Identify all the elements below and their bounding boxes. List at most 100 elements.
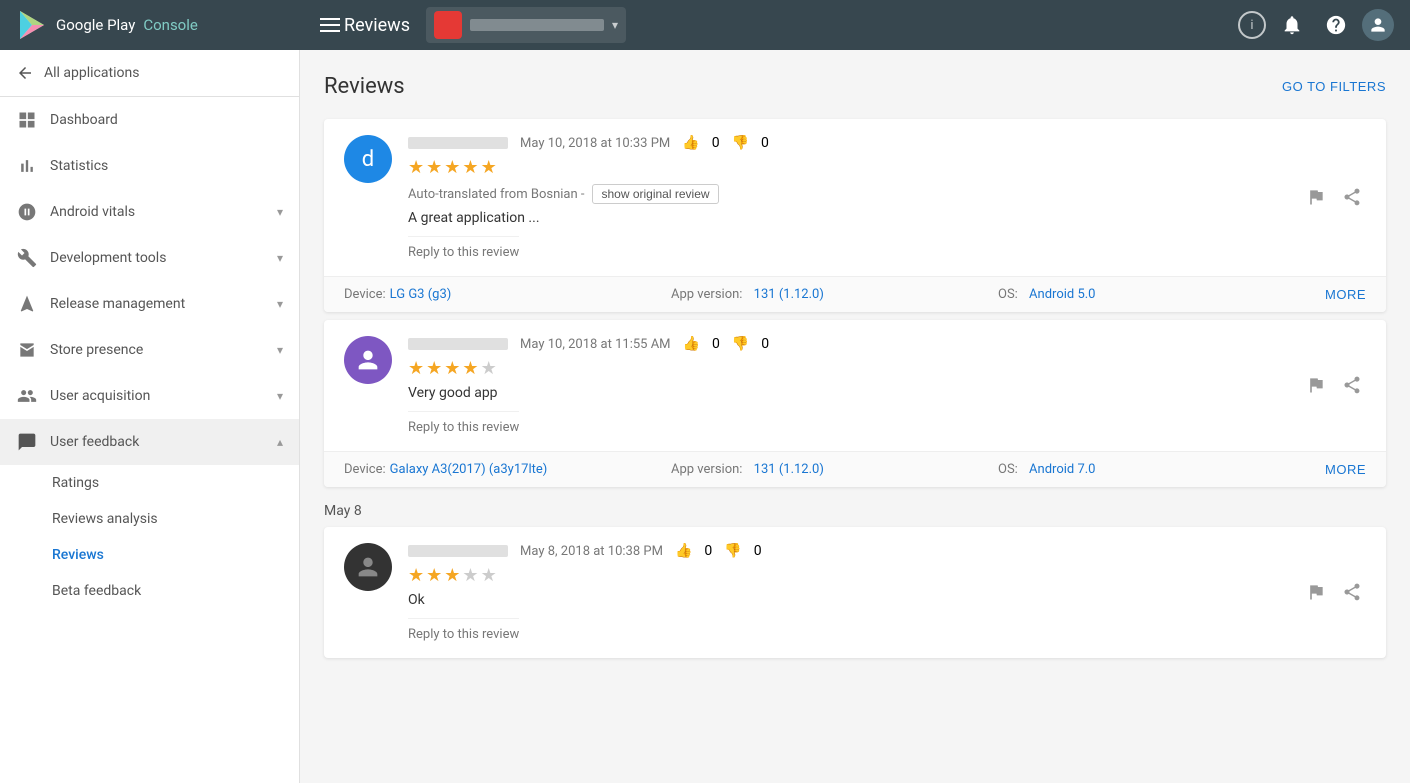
content-area: Reviews GO TO FILTERS d May 10, 2018 at … bbox=[300, 50, 1410, 783]
info-button[interactable]: i bbox=[1238, 11, 1266, 39]
notifications-button[interactable] bbox=[1274, 7, 1310, 43]
reply-link-2[interactable]: Reply to this review bbox=[408, 411, 519, 435]
review-text-2: Very good app bbox=[408, 385, 1286, 401]
chevron-down-icon-5: ▾ bbox=[277, 389, 283, 403]
appversion-label-2: App version: bbox=[671, 462, 742, 477]
review-card-2: May 10, 2018 at 11:55 AM 👍 0 👎 0 ★ ★ ★ ★… bbox=[324, 320, 1386, 487]
star-5: ★ bbox=[481, 157, 497, 178]
thumbs-down-count-1: 0 bbox=[761, 135, 769, 151]
star-2-1: ★ bbox=[408, 358, 424, 379]
review-date-2: May 10, 2018 at 11:55 AM bbox=[520, 337, 671, 352]
star-3-5: ★ bbox=[481, 565, 497, 586]
back-arrow-icon bbox=[16, 64, 34, 82]
thumbs-down-icon-3: 👎 bbox=[724, 543, 741, 559]
reply-link-3[interactable]: Reply to this review bbox=[408, 618, 519, 642]
star-3-3: ★ bbox=[444, 565, 460, 586]
help-button[interactable] bbox=[1318, 7, 1354, 43]
star-2: ★ bbox=[426, 157, 442, 178]
sidebar-sub-beta-feedback[interactable]: Beta feedback bbox=[0, 573, 299, 609]
page-title: Reviews bbox=[324, 74, 405, 99]
share-button-2[interactable] bbox=[1338, 371, 1366, 404]
sidebar-sub-ratings[interactable]: Ratings bbox=[0, 465, 299, 501]
sidebar-release-label: Release management bbox=[50, 296, 265, 312]
share-button-1[interactable] bbox=[1338, 183, 1366, 216]
share-button-3[interactable] bbox=[1338, 578, 1366, 611]
thumbs-down-count-2: 0 bbox=[761, 336, 769, 352]
sidebar-sub-reviews[interactable]: Reviews bbox=[0, 537, 299, 573]
review-date-3: May 8, 2018 at 10:38 PM bbox=[520, 544, 663, 559]
review-actions-2 bbox=[1302, 336, 1366, 435]
reviewer-avatar-3 bbox=[344, 543, 392, 591]
user-avatar-button[interactable] bbox=[1362, 9, 1394, 41]
sidebar-item-android-vitals[interactable]: Android vitals ▾ bbox=[0, 189, 299, 235]
thumbs-up-icon-2: 👍 bbox=[683, 336, 700, 352]
device-label-1: Device: bbox=[344, 287, 386, 302]
chevron-down-icon: ▾ bbox=[277, 205, 283, 219]
back-label: All applications bbox=[44, 65, 139, 81]
star-2-3: ★ bbox=[444, 358, 460, 379]
sidebar-item-user-acquisition[interactable]: User acquisition ▾ bbox=[0, 373, 299, 419]
sidebar-item-user-feedback[interactable]: User feedback ▴ bbox=[0, 419, 299, 465]
sidebar-item-dashboard[interactable]: Dashboard bbox=[0, 97, 299, 143]
app-selector[interactable]: ▾ bbox=[426, 7, 626, 43]
more-button-1[interactable]: MORE bbox=[1325, 287, 1366, 302]
sidebar-user-feedback-label: User feedback bbox=[50, 434, 265, 450]
footer-appversion-2: App version: 131 (1.12.0) bbox=[671, 462, 998, 477]
chat-icon bbox=[16, 431, 38, 453]
reviewer-name-blurred-2 bbox=[408, 338, 508, 350]
flag-button-2[interactable] bbox=[1302, 371, 1330, 404]
review-text-3: Ok bbox=[408, 592, 1286, 608]
star-2-4: ★ bbox=[462, 358, 478, 379]
review-footer-1: Device: LG G3 (g3) App version: 131 (1.1… bbox=[324, 276, 1386, 312]
logo-console-text: Console bbox=[143, 16, 198, 34]
show-original-button-1[interactable]: show original review bbox=[592, 184, 718, 204]
sidebar-item-store-presence[interactable]: Store presence ▾ bbox=[0, 327, 299, 373]
stars-row-3: ★ ★ ★ ★ ★ bbox=[408, 565, 1286, 586]
sidebar-sub-reviews-analysis[interactable]: Reviews analysis bbox=[0, 501, 299, 537]
people-icon bbox=[16, 385, 38, 407]
review-main-3: May 8, 2018 at 10:38 PM 👍 0 👎 0 ★ ★ ★ ★ … bbox=[324, 527, 1386, 658]
main-layout: All applications Dashboard Statistics bbox=[0, 50, 1410, 783]
sidebar-item-release-management[interactable]: Release management ▾ bbox=[0, 281, 299, 327]
back-to-all-apps[interactable]: All applications bbox=[0, 50, 299, 97]
review-footer-2: Device: Galaxy A3(2017) (a3y17lte) App v… bbox=[324, 451, 1386, 487]
chevron-down-icon-3: ▾ bbox=[277, 297, 283, 311]
logo-play-text: Google Play bbox=[56, 16, 135, 34]
device-value-2: Galaxy A3(2017) (a3y17lte) bbox=[390, 462, 548, 477]
appversion-label-1: App version: bbox=[671, 287, 742, 302]
person-icon-2 bbox=[354, 346, 382, 374]
appversion-value-1: 131 (1.12.0) bbox=[754, 287, 824, 302]
store-icon bbox=[16, 339, 38, 361]
hamburger-button[interactable] bbox=[316, 14, 344, 36]
review-header-1: May 10, 2018 at 10:33 PM 👍 0 👎 0 bbox=[408, 135, 1286, 151]
app-icon bbox=[434, 11, 462, 39]
translation-row-1: Auto-translated from Bosnian - show orig… bbox=[408, 184, 1286, 204]
sidebar-item-development-tools[interactable]: Development tools ▾ bbox=[0, 235, 299, 281]
share-icon-3 bbox=[1342, 582, 1362, 602]
go-to-filters-button[interactable]: GO TO FILTERS bbox=[1282, 79, 1386, 94]
reviewer-name-blurred-1 bbox=[408, 137, 508, 149]
sidebar: All applications Dashboard Statistics bbox=[0, 50, 300, 783]
reply-link-1[interactable]: Reply to this review bbox=[408, 236, 519, 260]
review-card-1: d May 10, 2018 at 10:33 PM 👍 0 👎 0 ★ ★ ★ bbox=[324, 119, 1386, 312]
flag-button-3[interactable] bbox=[1302, 578, 1330, 611]
star-1: ★ bbox=[408, 157, 424, 178]
flag-icon-1 bbox=[1306, 187, 1326, 207]
flag-button-1[interactable] bbox=[1302, 183, 1330, 216]
stars-row-1: ★ ★ ★ ★ ★ bbox=[408, 157, 1286, 178]
rocket-icon bbox=[16, 293, 38, 315]
footer-device-1: Device: LG G3 (g3) bbox=[344, 287, 671, 302]
os-label-2: OS: bbox=[998, 462, 1018, 477]
sidebar-item-statistics[interactable]: Statistics bbox=[0, 143, 299, 189]
star-4: ★ bbox=[462, 157, 478, 178]
thumbs-up-icon-3: 👍 bbox=[675, 543, 692, 559]
header-logo: Google Play Console bbox=[16, 9, 316, 41]
review-main-2: May 10, 2018 at 11:55 AM 👍 0 👎 0 ★ ★ ★ ★… bbox=[324, 320, 1386, 451]
more-button-2[interactable]: MORE bbox=[1325, 462, 1366, 477]
chevron-down-icon-4: ▾ bbox=[277, 343, 283, 357]
review-content-2: May 10, 2018 at 11:55 AM 👍 0 👎 0 ★ ★ ★ ★… bbox=[408, 336, 1286, 435]
review-content-3: May 8, 2018 at 10:38 PM 👍 0 👎 0 ★ ★ ★ ★ … bbox=[408, 543, 1286, 642]
reviewer-avatar-1: d bbox=[344, 135, 392, 183]
star-3-4: ★ bbox=[462, 565, 478, 586]
sidebar-dev-tools-label: Development tools bbox=[50, 250, 265, 266]
